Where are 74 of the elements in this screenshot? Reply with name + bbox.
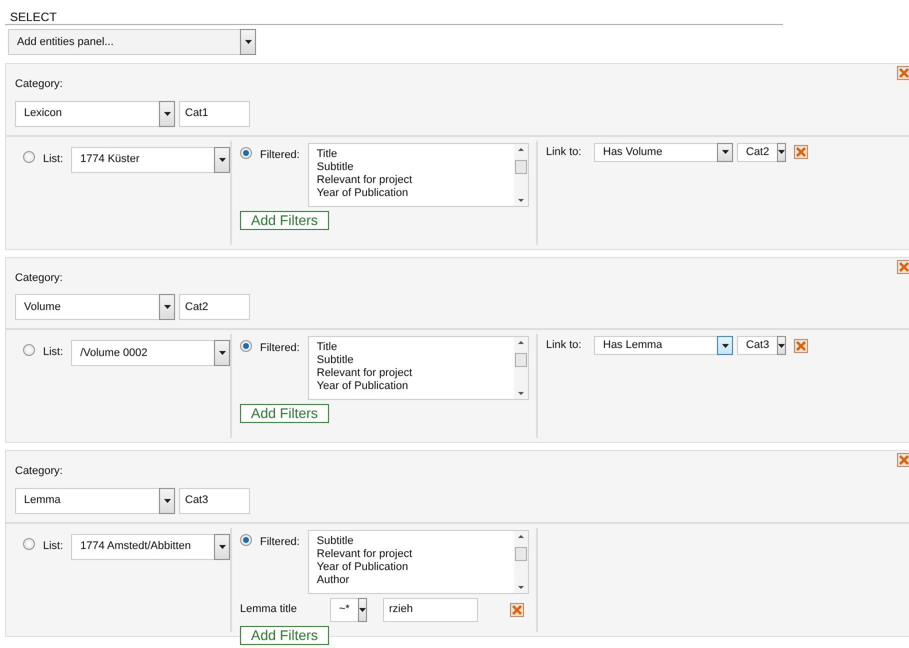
- field-label: Filtered:: [260, 341, 300, 356]
- caret-icon: [218, 544, 226, 548]
- list-option[interactable]: Subtitle: [316, 534, 514, 548]
- radio-button[interactable]: [240, 534, 252, 546]
- filter-field-listbox[interactable]: Subtitle Relevant for project Year of Publication Author: [308, 530, 529, 594]
- caret-icon: [218, 158, 226, 162]
- field-label: List:: [43, 152, 64, 166]
- scrollbar[interactable]: [514, 530, 528, 592]
- list-option[interactable]: Author: [316, 574, 514, 586]
- field-label: Category:: [15, 464, 64, 479]
- operator-dropdown[interactable]: ~*: [330, 598, 367, 622]
- caret-icon: [218, 351, 226, 355]
- remove-icon[interactable]: [897, 66, 909, 80]
- caret-icon: [164, 498, 170, 502]
- target-dropdown[interactable]: Cat3: [737, 336, 786, 355]
- category-dropdown[interactable]: Lemma: [15, 488, 175, 514]
- alias-field[interactable]: Cat2: [179, 294, 250, 320]
- scrollbar[interactable]: [514, 144, 528, 206]
- filter-field-listbox[interactable]: Title Subtitle Relevant for project Year of Publication: [308, 336, 529, 400]
- remove-icon[interactable]: [510, 602, 524, 616]
- field-label: Category:: [15, 270, 64, 286]
- field-label: Filtered:: [260, 148, 300, 162]
- remove-icon[interactable]: [794, 338, 808, 352]
- filter-label: Lemma title: [240, 602, 298, 618]
- caret-icon: [778, 150, 786, 154]
- field-label: List:: [43, 538, 64, 554]
- caret-icon: [722, 344, 728, 348]
- list-option[interactable]: Subtitle: [316, 354, 514, 367]
- list-option[interactable]: Title: [316, 148, 514, 160]
- caret-icon: [164, 112, 170, 116]
- add-filters-button[interactable]: Add Filters: [240, 210, 329, 230]
- radio-button[interactable]: [240, 146, 252, 158]
- field-label: Link to:: [546, 338, 582, 354]
- remove-icon[interactable]: [897, 453, 909, 467]
- list-option[interactable]: Year of Publication: [316, 380, 514, 393]
- alias-field[interactable]: Cat1: [179, 100, 250, 126]
- remove-icon[interactable]: [897, 260, 909, 274]
- list-dropdown[interactable]: /Volume 0002: [71, 340, 230, 366]
- field-label: Link to:: [546, 144, 582, 160]
- remove-icon[interactable]: [794, 145, 808, 159]
- list-option[interactable]: Relevant for project: [316, 367, 514, 380]
- field-label: Filtered:: [260, 534, 300, 550]
- category-dropdown[interactable]: Volume: [15, 294, 175, 320]
- target-dropdown[interactable]: Cat2: [737, 142, 786, 162]
- list-option[interactable]: Year of Publication: [316, 186, 514, 200]
- radio-button[interactable]: [23, 150, 35, 162]
- filter-value-field[interactable]: rzieh: [383, 598, 478, 622]
- list-option[interactable]: Relevant for project: [316, 174, 514, 186]
- scrollbar[interactable]: [514, 337, 528, 399]
- add-filters-button[interactable]: Add Filters: [240, 626, 329, 644]
- alias-field[interactable]: Cat3: [179, 488, 250, 514]
- field-label: List:: [43, 345, 64, 360]
- page-title: SELECT: [9, 9, 58, 24]
- add-panel-dropdown[interactable]: Add entities panel...: [8, 29, 256, 55]
- list-option[interactable]: Year of Publication: [316, 560, 514, 574]
- list-dropdown[interactable]: 1774 Küster: [71, 146, 230, 172]
- filter-field-listbox[interactable]: Title Subtitle Relevant for project Year of Publication: [308, 142, 529, 206]
- add-filters-button[interactable]: Add Filters: [240, 404, 329, 423]
- caret-icon: [244, 40, 252, 44]
- caret-icon: [358, 608, 366, 612]
- caret-icon: [722, 150, 728, 154]
- field-label: Category:: [15, 77, 64, 92]
- list-option[interactable]: Title: [316, 341, 514, 354]
- radio-button[interactable]: [23, 344, 35, 356]
- caret-icon: [778, 344, 786, 348]
- caret-icon: [164, 305, 170, 309]
- radio-button[interactable]: [240, 340, 252, 352]
- relation-dropdown[interactable]: Has Volume: [594, 142, 733, 162]
- list-option[interactable]: Relevant for project: [316, 548, 514, 560]
- radio-button[interactable]: [23, 538, 35, 550]
- list-dropdown[interactable]: 1774 Amstedt/Abbitten: [71, 534, 230, 560]
- category-dropdown[interactable]: Lexicon: [15, 100, 175, 126]
- relation-dropdown[interactable]: Has Lemma: [594, 336, 733, 355]
- list-option[interactable]: Subtitle: [316, 160, 514, 174]
